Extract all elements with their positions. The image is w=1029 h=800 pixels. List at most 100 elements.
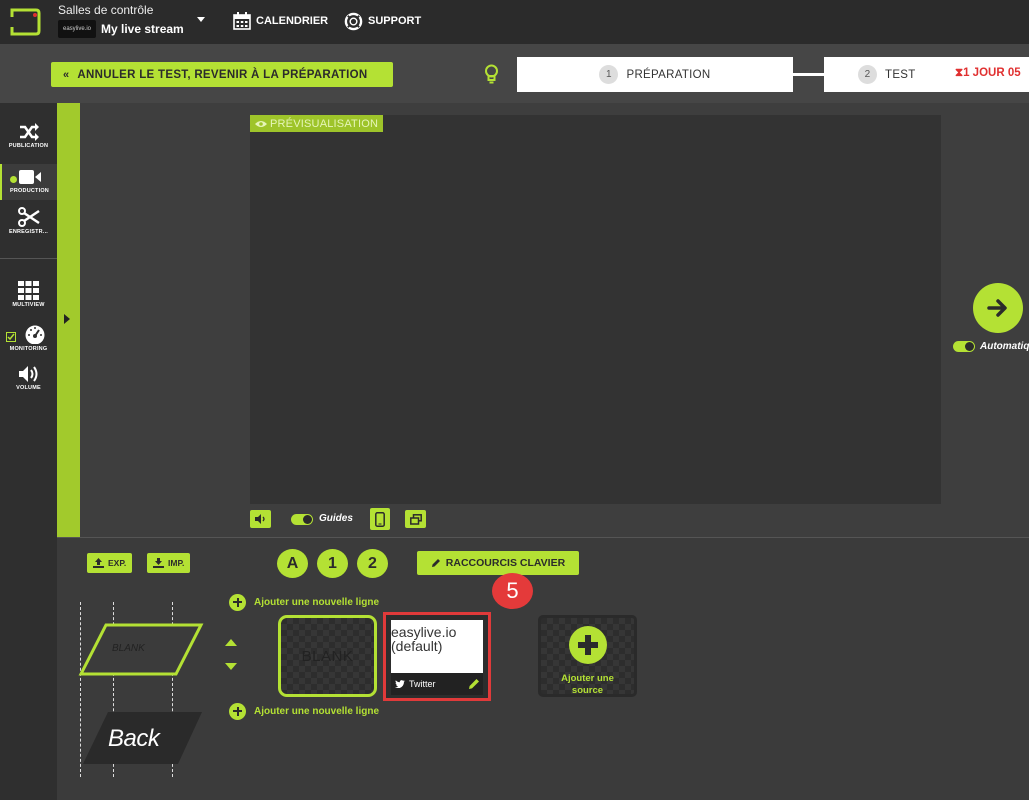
add-source-line2: source	[571, 685, 604, 696]
move-down-icon[interactable]	[225, 663, 237, 670]
add-source-tile[interactable]: Ajouter une source	[538, 615, 637, 697]
chevron-right-icon[interactable]	[64, 314, 70, 324]
sidebar-item-publication[interactable]: PUBLICATION	[0, 123, 57, 161]
sidebar-item-monitoring[interactable]: MONITORING	[0, 324, 57, 362]
download-icon	[153, 558, 164, 568]
arrow-right-icon	[987, 299, 1007, 317]
calendar-label: CALENDRIER	[256, 15, 329, 27]
step-badge: 5	[492, 573, 533, 609]
popout-button[interactable]	[405, 510, 426, 528]
add-line-top-button[interactable]: Ajouter une nouvelle ligne	[229, 593, 379, 611]
stream-selector[interactable]: easylive.io My live stream	[58, 19, 184, 39]
export-button[interactable]: EXP.	[87, 553, 133, 573]
step-number: 1	[599, 65, 619, 84]
move-up-icon[interactable]	[225, 639, 237, 646]
step-label: TEST	[885, 68, 916, 81]
cancel-test-label: ANNULER LE TEST, REVENIR À LA PRÉPARATIO…	[77, 68, 368, 81]
step-preparation[interactable]: 1 PRÉPARATION	[517, 57, 793, 92]
add-source-line1: Ajouter une	[561, 673, 614, 684]
source-tile-twitter[interactable]: easylive.io (default) Twitter	[383, 612, 491, 701]
speaker-icon	[18, 366, 37, 382]
dashboard-gauge-icon	[25, 325, 45, 344]
app-logo-icon[interactable]	[8, 5, 42, 39]
edit-pencil-icon[interactable]	[468, 678, 480, 690]
sidebar-item-multiview[interactable]: MULTIVIEW	[0, 281, 57, 319]
sidebar-item-production[interactable]: PRODUCTION	[0, 164, 57, 200]
twitter-card-subtitle: (default)	[391, 638, 443, 654]
support-label: SUPPORT	[368, 15, 422, 27]
calendar-link[interactable]: CALENDRIER	[233, 11, 328, 31]
automatic-toggle[interactable]	[953, 341, 975, 352]
calendar-icon	[233, 12, 251, 30]
plus-circle-icon	[229, 593, 246, 611]
chevron-down-icon[interactable]	[197, 17, 205, 22]
automatic-label: Automatiq	[980, 341, 1029, 352]
diagram-blank-label: BLANK	[112, 643, 145, 654]
audio-button[interactable]	[250, 510, 271, 528]
shortcuts-label: RACCOURCIS CLAVIER	[445, 557, 566, 569]
twitter-card-preview: easylive.io (default)	[391, 620, 483, 673]
step-label: PRÉPARATION	[626, 68, 711, 81]
scene-2-button[interactable]: 2	[357, 549, 388, 578]
sidebar-divider	[0, 258, 57, 259]
import-button[interactable]: IMP.	[147, 553, 191, 573]
sidebar-item-recording[interactable]: ENREGISTR...	[0, 207, 57, 245]
panel-divider	[57, 537, 1029, 538]
sidebar-label: MULTIVIEW	[12, 302, 45, 308]
scene-a-button[interactable]: A	[277, 549, 308, 578]
twitter-card-title: easylive.io	[391, 624, 457, 640]
diagram-back-label: Back	[108, 725, 160, 752]
step-connector	[793, 73, 825, 76]
sidebar-label: PRODUCTION	[10, 188, 49, 194]
video-camera-icon	[18, 170, 41, 184]
take-next-button[interactable]	[973, 283, 1023, 333]
smartphone-icon	[375, 511, 385, 527]
lightbulb-icon[interactable]	[484, 64, 499, 86]
timer-value: 1 JOUR 05	[963, 67, 1021, 79]
preview-label: PRÉVISUALISATION	[270, 117, 379, 130]
import-label: IMP.	[168, 558, 185, 568]
support-link[interactable]: SUPPORT	[344, 11, 421, 31]
add-line-bottom-button[interactable]: Ajouter une nouvelle ligne	[229, 702, 379, 720]
add-line-label: Ajouter une nouvelle ligne	[254, 705, 380, 717]
grid-icon	[18, 281, 39, 300]
twitter-source-label: Twitter	[409, 679, 436, 689]
plus-circle-icon	[568, 626, 607, 664]
scene-1-button[interactable]: 1	[317, 549, 348, 578]
double-chevron-left-icon: «	[63, 68, 70, 81]
hourglass-icon: ⧗	[955, 67, 964, 79]
cancel-test-button[interactable]: « ANNULER LE TEST, REVENIR À LA PRÉPARAT…	[51, 62, 393, 87]
mobile-view-button[interactable]	[370, 508, 390, 530]
sidebar-label: ENREGISTR...	[8, 229, 49, 235]
speaker-icon	[254, 514, 265, 524]
left-sidebar: PUBLICATION PRODUCTION ENREGISTR... MULT…	[0, 103, 57, 800]
step-number: 2	[858, 65, 877, 84]
guides-label: Guides	[319, 513, 353, 524]
countdown-timer: ⧗1 JOUR 05	[955, 67, 1021, 80]
sidebar-item-volume[interactable]: VOLUME	[0, 365, 57, 403]
active-dot	[10, 176, 17, 183]
source-tile-blank[interactable]: BLANK	[278, 615, 377, 697]
stream-name: My live stream	[101, 22, 184, 36]
guides-toggle[interactable]	[291, 514, 313, 525]
add-line-label: Ajouter une nouvelle ligne	[254, 596, 380, 608]
stream-thumbnail: easylive.io	[58, 20, 96, 38]
pencil-icon	[431, 559, 440, 567]
export-label: EXP.	[108, 558, 127, 568]
plus-circle-icon	[229, 702, 246, 720]
blank-tile-label: BLANK	[301, 647, 354, 665]
twitter-bird-icon	[395, 680, 405, 688]
preview-screen	[250, 115, 941, 504]
scissors-icon	[17, 207, 40, 227]
checkbox-checked-icon[interactable]	[6, 332, 16, 342]
popout-window-icon	[409, 513, 422, 525]
lifebuoy-icon	[344, 12, 363, 30]
shuffle-icon	[19, 123, 39, 141]
keyboard-shortcuts-button[interactable]: RACCOURCIS CLAVIER	[417, 551, 579, 575]
sidebar-label: PUBLICATION	[8, 143, 49, 149]
twitter-card-footer: Twitter	[391, 673, 483, 695]
add-source-label: Ajouter une source	[541, 673, 634, 697]
sidebar-label: VOLUME	[16, 385, 41, 391]
control-room-label: Salles de contrôle	[58, 3, 154, 17]
top-bar: Salles de contrôle easylive.io My live s…	[0, 0, 1029, 44]
